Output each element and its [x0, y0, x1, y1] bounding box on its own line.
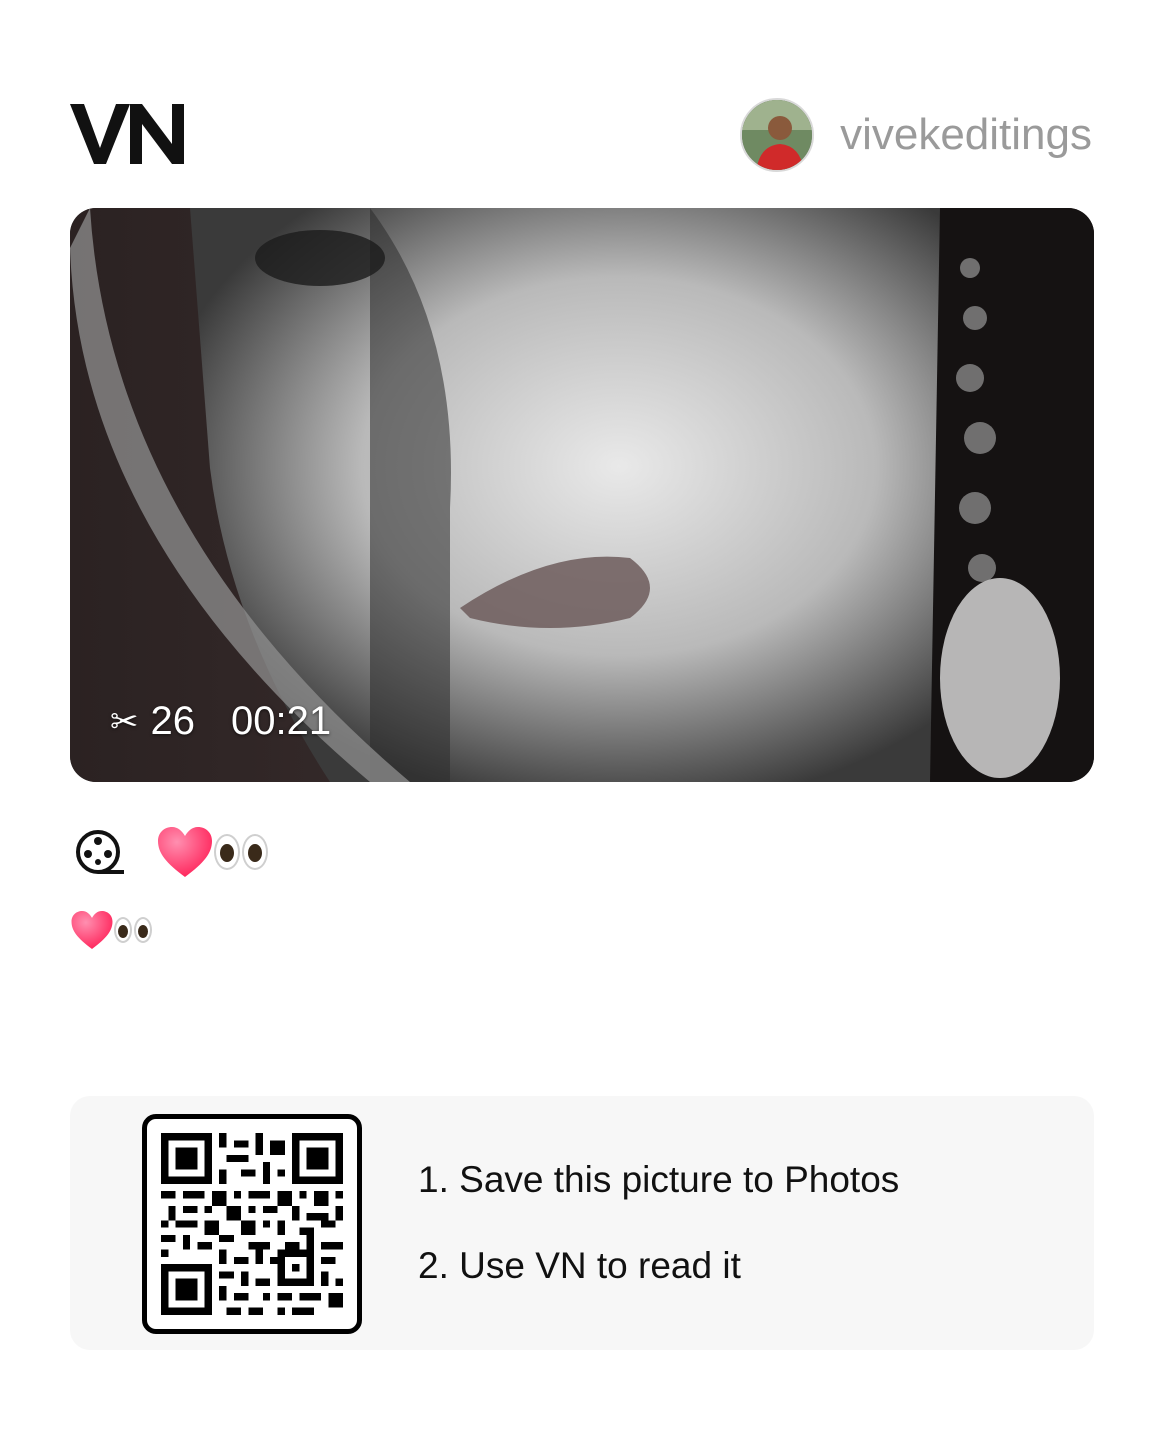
user-profile[interactable]: vivekeditings [740, 98, 1092, 172]
video-preview[interactable]: ✂ 26 00:21 [70, 208, 1094, 782]
video-meta: ✂ 26 00:21 [110, 699, 331, 744]
heart-emoji [71, 911, 113, 949]
eyes-emoji [114, 917, 152, 943]
username[interactable]: vivekeditings [840, 110, 1092, 160]
step-read: 2. Use VN to read it [418, 1245, 741, 1286]
qr-code [142, 1114, 362, 1334]
video-thumbnail [70, 208, 1094, 782]
film-reel-icon [76, 830, 124, 874]
heart-emoji [158, 827, 212, 877]
step-save: 1. Save this picture to Photos [418, 1159, 900, 1200]
vn-logo [70, 104, 184, 164]
caption-row [74, 822, 268, 882]
eyes-emoji [214, 834, 268, 870]
description [70, 906, 152, 954]
video-duration: 00:21 [231, 699, 332, 743]
scissors-icon: ✂ [110, 702, 139, 741]
clips-count: 26 [150, 699, 196, 743]
qr-instructions: 1. Save this picture to Photos 2. Use VN… [418, 1158, 899, 1288]
user-avatar[interactable] [740, 98, 815, 172]
qr-card: 1. Save this picture to Photos 2. Use VN… [70, 1096, 1094, 1350]
